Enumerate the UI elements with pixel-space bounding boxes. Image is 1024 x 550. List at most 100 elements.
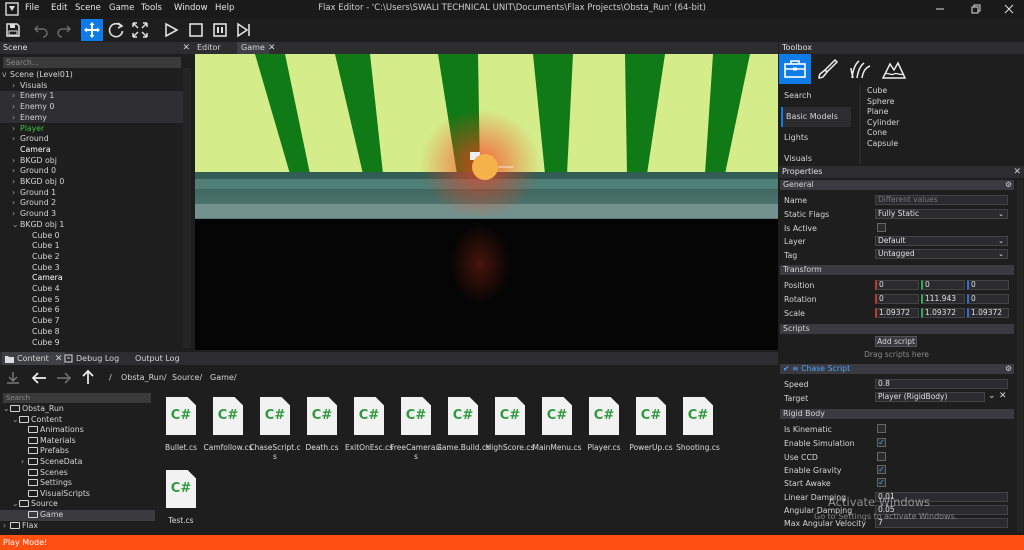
rotation-z-field[interactable]: 0 [967,294,1009,304]
rotation-y-field[interactable]: 111.943 [921,294,965,304]
scene-scrollbar[interactable] [183,68,191,348]
toolbox-tab-models[interactable] [779,54,811,84]
scene-tree-item[interactable]: Cube 6 [0,305,183,316]
position-y-field[interactable]: 0 [921,280,965,290]
chevron-right-icon[interactable]: › [12,81,20,92]
toolbox-model-item[interactable]: Capsule [867,139,898,150]
scene-tree-item[interactable]: › BKGD obj [0,156,183,167]
scene-search-input[interactable]: Search... [3,57,181,68]
file-item[interactable]: C# Death.cs [299,393,345,463]
file-item[interactable]: C# HighScore.cs [486,393,534,463]
menu-scene[interactable]: Scene [75,3,101,13]
layer-select[interactable]: Default ⌄ [875,236,1008,246]
chevron-right-icon[interactable]: › [12,198,20,209]
menu-edit[interactable]: Edit [51,3,67,13]
scene-tree-item[interactable]: Cube 2 [0,252,183,263]
toolbox-model-item[interactable]: Cone [867,128,887,139]
content-search-input[interactable]: Search [3,393,151,403]
file-item[interactable]: C# Test.cs [158,466,204,536]
chevron-down-icon[interactable]: ⌄ [12,220,20,231]
is-active-checkbox[interactable] [877,223,886,232]
static-flags-select[interactable]: Fully Static ⌄ [875,209,1008,219]
enable-simulation-checkbox[interactable]: ✓ [877,438,886,447]
tab-editor[interactable]: Editor [193,42,225,54]
breadcrumb-obsta-run[interactable]: Obsta_Run/ [121,373,167,382]
toolbox-model-item[interactable]: Plane [867,107,888,118]
content-tree-item[interactable]: Scenes [0,468,155,479]
chevron-down-icon[interactable]: ⌄ [3,404,10,415]
chase-script-header[interactable]: ✔ ≡ Chase Script ⚙ [780,364,1014,374]
scene-tree-item[interactable]: Cube 9 [0,338,183,349]
properties-scrollbar[interactable] [1017,180,1023,532]
file-item[interactable]: C# Player.cs [581,393,627,463]
menu-file[interactable]: File [25,3,39,13]
chevron-right-icon[interactable]: › [12,124,20,135]
scene-tree-item[interactable]: › Ground 1 [0,188,183,199]
general-section-header[interactable]: General ⚙ [780,180,1014,190]
content-tree-item[interactable]: › Flax [0,521,155,532]
file-item[interactable]: C# Bullet.cs [158,393,204,463]
scene-tree-item[interactable]: Camera [0,273,183,284]
forward-arrow-icon[interactable] [55,369,73,387]
tab-output-log[interactable]: Output Log [135,352,180,365]
import-icon[interactable] [5,370,21,386]
back-arrow-icon[interactable] [30,369,48,387]
game-viewport[interactable] [195,54,778,350]
redo-button[interactable] [53,19,75,41]
scene-tree-item[interactable]: ⌄BKGD obj 1 [0,220,183,231]
scene-tree-item[interactable]: Cube 1 [0,241,183,252]
use-ccd-checkbox[interactable] [877,452,886,461]
file-item[interactable]: C# ChaseScript.cs [249,393,301,463]
drag-handle-icon[interactable]: ≡ [792,364,799,373]
scene-tree-item[interactable]: Camera [0,145,183,156]
chevron-right-icon[interactable]: › [12,166,20,177]
scene-tree-item[interactable]: › Player [0,124,183,135]
chevron-down-icon[interactable]: ⌄ [12,499,19,510]
content-tree-item[interactable]: Prefabs [0,446,155,457]
breadcrumb-game[interactable]: Game/ [210,373,237,382]
speed-field[interactable]: 0.8 [875,379,1008,389]
chevron-right-icon[interactable]: › [12,102,20,113]
move-tool-button[interactable] [81,19,103,41]
chevron-right-icon[interactable]: › [12,91,20,102]
close-scene-panel-icon[interactable]: ✕ [182,42,190,54]
tab-content[interactable]: Content ✕ [2,352,66,365]
scene-tree-item[interactable]: › BKGD obj 0 [0,177,183,188]
file-item[interactable]: C# ExitOnEsc.cs [345,393,393,463]
tag-select[interactable]: Untagged ⌄ [875,249,1008,259]
chevron-right-icon[interactable]: › [12,156,20,167]
chevron-down-icon[interactable]: ⌄ [12,415,19,426]
close-content-tab-icon[interactable]: ✕ [55,354,63,364]
transform-section-header[interactable]: Transform [780,265,1014,275]
menu-game[interactable]: Game [109,3,134,13]
play-button[interactable] [160,19,182,41]
toolbox-tab-paint[interactable] [812,54,844,84]
scene-tree-item[interactable]: › Ground 2 [0,198,183,209]
position-x-field[interactable]: 0 [875,280,919,290]
scene-tree-item[interactable]: › Enemy [0,112,183,124]
close-game-tab-icon[interactable]: ✕ [268,42,276,54]
tab-debug-log[interactable]: Debug Log [64,352,119,365]
scene-tree-item[interactable]: › Ground 3 [0,209,183,220]
scene-tree-item[interactable]: › Ground 0 [0,166,183,177]
scale-tool-button[interactable] [129,19,151,41]
file-item[interactable]: C# Game.Build.cs [436,393,490,463]
up-arrow-icon[interactable] [79,368,97,386]
scene-tree-item[interactable]: Cube 3 [0,263,183,274]
chevron-right-icon[interactable]: › [12,177,20,188]
stop-button[interactable] [185,19,207,41]
toolbox-tab-foliage[interactable] [845,54,877,84]
is-kinematic-checkbox[interactable] [877,424,886,433]
scene-tree-item[interactable]: Cube 0 [0,231,183,242]
toolbox-model-item[interactable]: Cube [867,86,887,97]
file-item[interactable]: C# PowerUp.cs [628,393,674,463]
scene-tree-item[interactable]: Cube 7 [0,316,183,327]
name-field[interactable]: Different values [875,195,1008,205]
breadcrumb-source[interactable]: Source/ [172,373,202,382]
rotation-x-field[interactable]: 0 [875,294,919,304]
content-tree-item[interactable]: Settings [0,478,155,489]
chevron-right-icon[interactable]: › [3,521,10,532]
scene-tree-item[interactable]: Cube 4 [0,284,183,295]
toolbox-model-item[interactable]: Cylinder [867,118,899,129]
close-window-button[interactable] [994,2,1024,16]
